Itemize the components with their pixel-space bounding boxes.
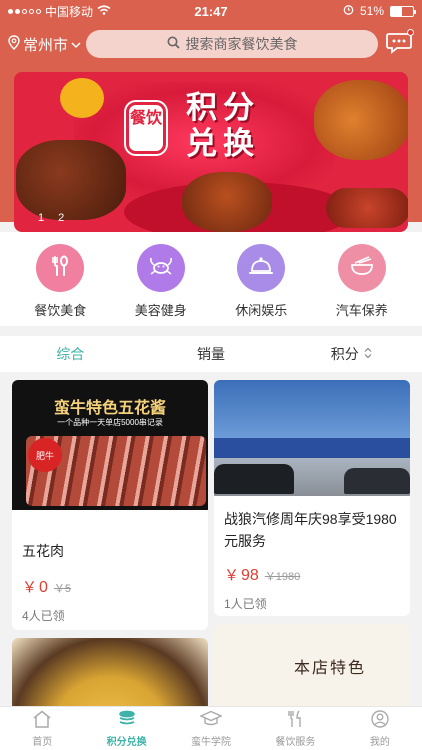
product-image-title: 蛮牛特色五花酱: [53, 400, 166, 417]
tab-label: 我的: [369, 736, 390, 748]
tab-academy[interactable]: 蛮牛学院: [169, 707, 253, 750]
product-card[interactable]: 本店特色: [214, 624, 410, 706]
top-bar: 常州市 搜索商家餐饮美食: [0, 28, 422, 60]
category-dining[interactable]: 餐饮美食: [20, 232, 100, 326]
category-leisure[interactable]: 休闲娱乐: [221, 232, 301, 326]
crab-icon: [148, 255, 174, 282]
sort-comprehensive[interactable]: 综合: [0, 344, 141, 364]
message-button[interactable]: [386, 29, 414, 54]
signal-icon: [8, 8, 41, 14]
sort-bar: 综合 销量 积分: [0, 336, 422, 372]
product-card[interactable]: 战狼汽修周年庆98享受1980元服务 ￥ 98 ￥1980 1人已领: [214, 380, 410, 616]
home-icon: [32, 710, 52, 731]
banner-page-2[interactable]: 2: [58, 212, 64, 224]
product-card[interactable]: 蛮牛特色五花酱 一个品种一天单店5000串记录 肥牛 五花肉 ￥ 0 ￥5 4人…: [12, 380, 208, 630]
location-pin-icon: [8, 34, 20, 54]
tab-label: 积分兑换: [106, 736, 147, 748]
claimed-count: 1人已领: [224, 597, 267, 611]
search-placeholder: 搜索商家餐饮美食: [185, 36, 298, 52]
currency-symbol: ￥: [22, 579, 38, 596]
city-selector[interactable]: 常州市: [8, 34, 88, 55]
product-image: 蛮牛特色五花酱 一个品种一天单店5000串记录 肥牛: [12, 380, 208, 510]
pepper-image: [60, 78, 104, 118]
claimed-count: 4人已领: [22, 609, 65, 623]
product-card[interactable]: [12, 638, 208, 706]
battery-icon: [390, 5, 416, 17]
fork-spoon-icon: [48, 254, 72, 283]
product-image-subtitle: 一个品种一天单店5000串记录: [57, 418, 163, 427]
chat-bubble-icon: [386, 33, 412, 58]
product-grid: 蛮牛特色五花酱 一个品种一天单店5000串记录 肥牛 五花肉 ￥ 0 ￥5 4人…: [0, 372, 422, 706]
price-value: 98: [241, 567, 259, 584]
banner-page-1[interactable]: 1: [38, 212, 44, 224]
bottom-tab-bar: 首页 积分兑换 蛮牛学院 餐饮服务 我的: [0, 706, 422, 750]
car-shape: [344, 468, 410, 494]
category-icon-bg: [136, 244, 185, 292]
sort-sales[interactable]: 销量: [141, 344, 282, 364]
product-tag-text: 肥牛: [35, 450, 54, 461]
promo-banner[interactable]: 餐饮 积分兑换: [14, 72, 408, 232]
product-tag: 肥牛: [28, 438, 62, 472]
noodle-photo: [12, 638, 208, 706]
alarm-icon: [343, 4, 354, 18]
category-beauty[interactable]: 美容健身: [121, 232, 201, 326]
carrier-label: 中国移动: [45, 4, 94, 19]
tab-label: 蛮牛学院: [191, 736, 232, 748]
chicken-wings-image: [314, 80, 408, 160]
category-label: 餐饮美食: [34, 303, 87, 318]
sort-points-label: 积分: [330, 346, 359, 362]
banner-title: 积分兑换: [186, 90, 260, 161]
tab-profile[interactable]: 我的: [338, 707, 422, 750]
chevron-down-icon: [71, 36, 81, 53]
coins-icon: [117, 710, 137, 731]
category-icon-bg: [36, 244, 85, 292]
original-price: ￥1980: [264, 571, 301, 583]
wifi-icon: [97, 4, 111, 18]
price-value: 0: [39, 579, 48, 596]
unread-dot: [407, 29, 414, 36]
sausage-image: [326, 188, 408, 228]
tab-home[interactable]: 首页: [0, 707, 84, 750]
search-bar[interactable]: 搜索商家餐饮美食: [86, 30, 378, 58]
sort-points[interactable]: 积分: [281, 344, 422, 364]
category-label: 美容健身: [134, 303, 187, 318]
status-bar: 中国移动 21:47 51%: [0, 0, 422, 22]
skewer-image: [16, 140, 126, 220]
category-label: 汽车保养: [335, 303, 388, 318]
tab-label: 餐饮服务: [275, 736, 316, 748]
product-image-title: 本店特色: [294, 658, 367, 677]
tab-label: 首页: [32, 736, 53, 748]
category-label: 休闲娱乐: [235, 303, 288, 318]
product-price: ￥ 0 ￥5: [12, 576, 208, 597]
category-icon-bg: [337, 244, 386, 292]
car-shape: [214, 464, 294, 494]
product-price: ￥ 98 ￥1980: [214, 564, 410, 585]
product-image: [214, 380, 410, 496]
product-name: 战狼汽修周年庆98享受1980元服务: [224, 511, 397, 549]
banner-pager: 1 2: [38, 212, 64, 224]
category-icon-bg: [237, 244, 286, 292]
graduation-cap-icon: [199, 710, 223, 731]
banner-badge: 餐饮: [126, 102, 166, 154]
category-row: 餐饮美食 美容健身 休闲娱乐 汽车保养: [0, 232, 422, 326]
search-icon: [167, 36, 180, 52]
roast-chicken-image: [182, 172, 272, 232]
original-price: ￥5: [53, 583, 72, 595]
city-label: 常州市: [23, 36, 69, 54]
banner-badge-text: 餐饮: [129, 110, 162, 127]
cloche-icon: [248, 255, 274, 282]
currency-symbol: ￥: [224, 567, 240, 584]
tab-points-exchange[interactable]: 积分兑换: [84, 707, 168, 750]
user-icon: [370, 709, 390, 731]
shop-building: [214, 438, 410, 458]
category-auto[interactable]: 汽车保养: [322, 232, 402, 326]
clock: 21:47: [194, 3, 228, 19]
sort-toggle-icon: [363, 346, 373, 362]
battery-percent: 51%: [359, 4, 384, 18]
bowl-icon: [349, 255, 375, 282]
tab-dining-service[interactable]: 餐饮服务: [253, 707, 337, 750]
product-name: 五花肉: [22, 543, 64, 559]
dining-icon: [285, 710, 305, 731]
